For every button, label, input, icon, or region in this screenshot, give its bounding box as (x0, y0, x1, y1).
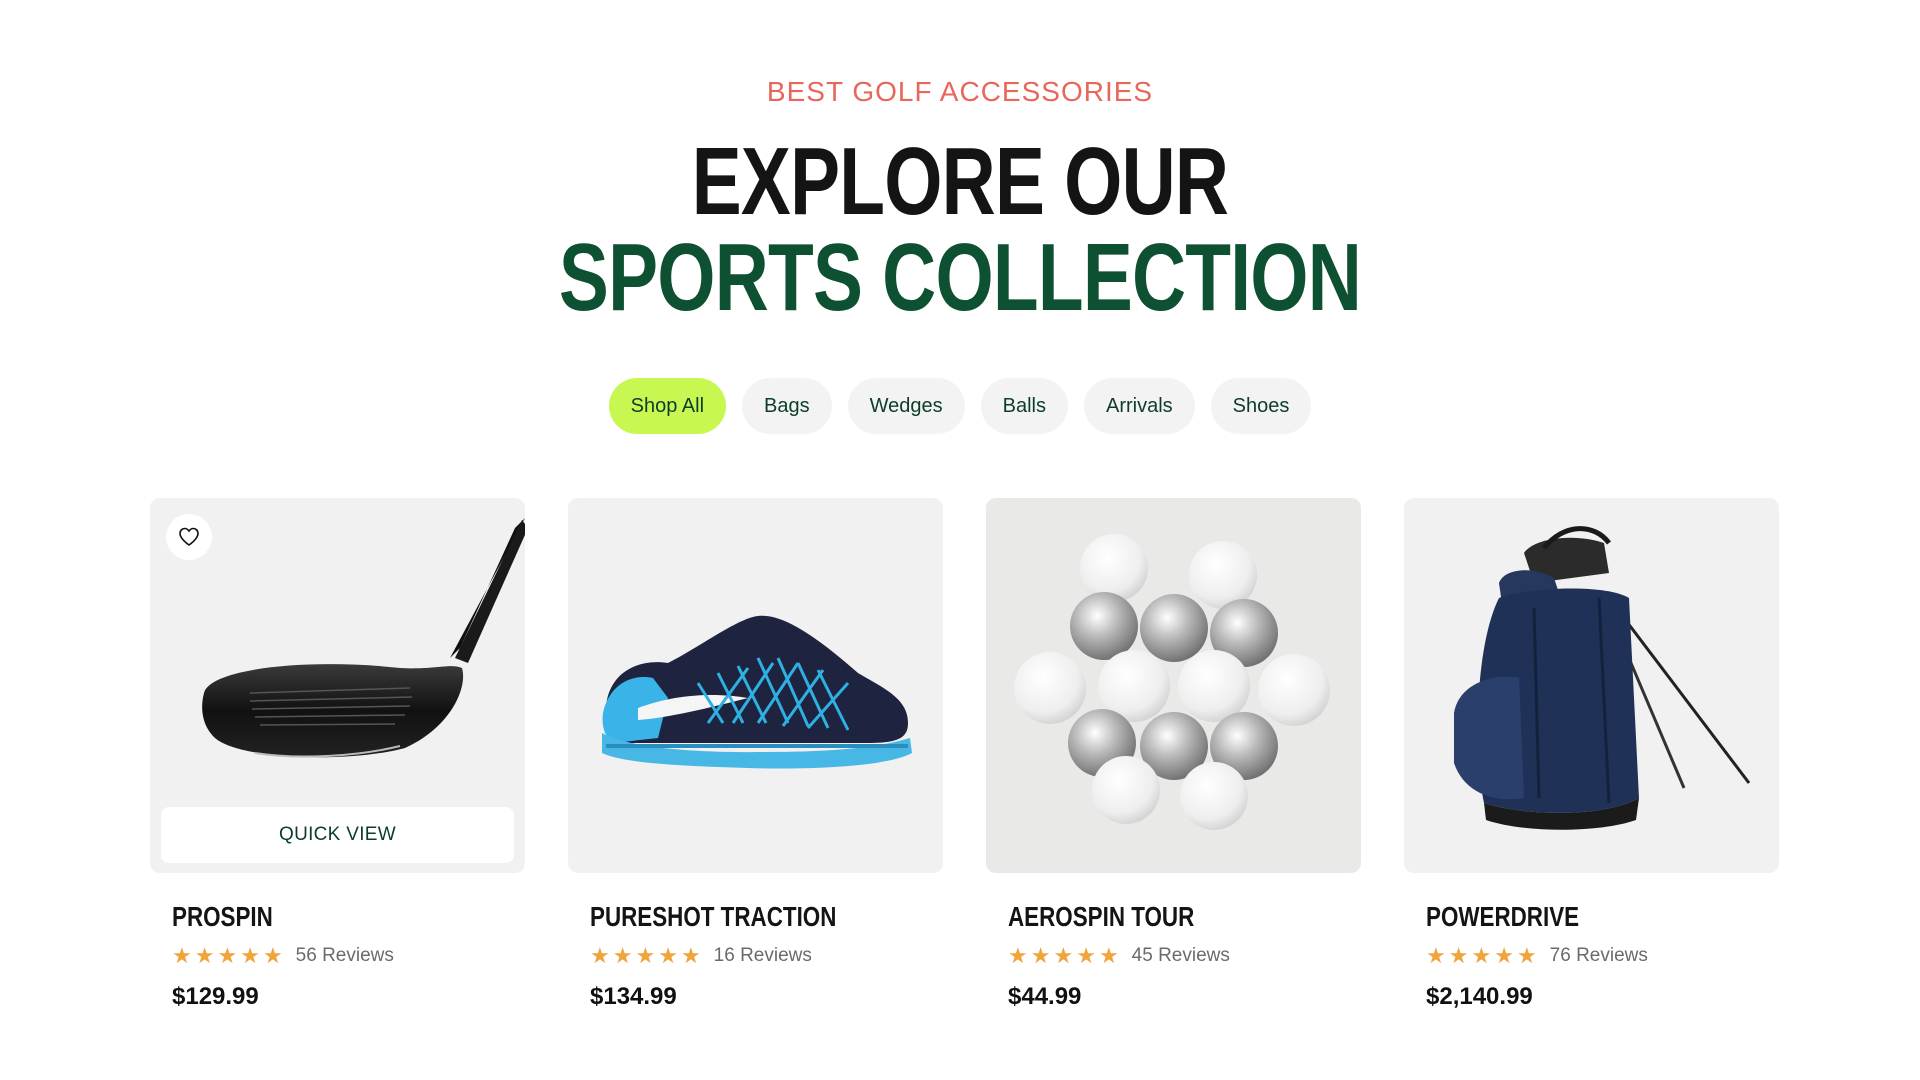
star-icon: ★ (1494, 943, 1514, 968)
product-name[interactable]: POWERDRIVE (1426, 901, 1708, 933)
filter-shoes[interactable]: Shoes (1210, 378, 1312, 434)
section-eyebrow: BEST GOLF ACCESSORIES (766, 76, 1154, 107)
product-rating: ★ ★ ★ ★ ★ 16 Reviews (590, 945, 943, 967)
product-rating: ★ ★ ★ ★ ★ 56 Reviews (172, 945, 525, 967)
category-filter-bar: Shop All Bags Wedges Balls Arrivals Shoe… (0, 378, 1920, 434)
golf-balls-cluster-image (1014, 534, 1330, 830)
sneaker-shoe-image (602, 615, 912, 769)
filter-arrivals[interactable]: Arrivals (1083, 378, 1195, 434)
review-count: 16 Reviews (713, 945, 812, 966)
filter-bags[interactable]: Bags (742, 378, 832, 434)
star-icon: ★ (1076, 943, 1096, 968)
star-icon: ★ (1098, 943, 1119, 968)
heart-icon (179, 527, 199, 546)
star-icon: ★ (194, 943, 215, 968)
product-image-driver[interactable]: QUICK VIEW (150, 498, 525, 873)
product-price: $2,140.99 (1426, 983, 1533, 1010)
star-icon: ★ (1516, 943, 1537, 968)
product-image-bag[interactable] (1404, 498, 1779, 873)
product-image-balls[interactable] (986, 498, 1361, 873)
product-name[interactable]: PROSPIN (172, 901, 454, 933)
headline-line-1: EXPLORE OUR (691, 128, 1229, 235)
product-card-powerdrive[interactable]: POWERDRIVE ★ ★ ★ ★ ★ 76 Reviews $2,140.9… (1404, 498, 1779, 1011)
review-count: 76 Reviews (1549, 945, 1648, 966)
filter-balls[interactable]: Balls (980, 378, 1068, 434)
filter-shop-all[interactable]: Shop All (608, 378, 727, 434)
quick-view-button[interactable]: QUICK VIEW (161, 807, 514, 863)
star-icon: ★ (1448, 943, 1469, 968)
star-icon: ★ (658, 943, 678, 968)
product-grid: QUICK VIEW PROSPIN ★ ★ ★ ★ ★ 56 Reviews … (150, 498, 1779, 1011)
product-name[interactable]: AEROSPIN TOUR (1008, 901, 1290, 933)
star-icon: ★ (1426, 943, 1446, 968)
star-icon: ★ (635, 943, 656, 968)
product-price: $44.99 (1008, 983, 1082, 1010)
star-icon: ★ (1053, 943, 1074, 968)
product-price: $129.99 (172, 983, 259, 1010)
star-icon: ★ (1471, 943, 1492, 968)
star-icon: ★ (612, 943, 633, 968)
headline-line-2: SPORTS COLLECTION (558, 224, 1362, 331)
star-icon: ★ (680, 943, 701, 968)
review-count: 56 Reviews (295, 945, 394, 966)
star-icon: ★ (590, 943, 610, 968)
golf-stand-bag-image (1454, 526, 1751, 830)
product-name[interactable]: PURESHOT TRACTION (590, 901, 872, 933)
wishlist-button[interactable] (166, 514, 212, 560)
product-card-pureshot-traction[interactable]: PURESHOT TRACTION ★ ★ ★ ★ ★ 16 Reviews $… (568, 498, 943, 1011)
product-rating: ★ ★ ★ ★ ★ 76 Reviews (1426, 945, 1779, 967)
product-card-prospin[interactable]: QUICK VIEW PROSPIN ★ ★ ★ ★ ★ 56 Reviews … (150, 498, 525, 1011)
product-image-shoe[interactable] (568, 498, 943, 873)
product-rating: ★ ★ ★ ★ ★ 45 Reviews (1008, 945, 1361, 967)
filter-wedges[interactable]: Wedges (847, 378, 965, 434)
star-icon: ★ (1008, 943, 1028, 968)
product-card-aerospin-tour[interactable]: AEROSPIN TOUR ★ ★ ★ ★ ★ 45 Reviews $44.9… (986, 498, 1361, 1011)
review-count: 45 Reviews (1131, 945, 1230, 966)
product-price: $134.99 (590, 983, 677, 1010)
star-icon: ★ (172, 943, 192, 968)
star-icon: ★ (217, 943, 238, 968)
star-icon: ★ (240, 943, 260, 968)
star-icon: ★ (262, 943, 283, 968)
star-icon: ★ (1030, 943, 1051, 968)
